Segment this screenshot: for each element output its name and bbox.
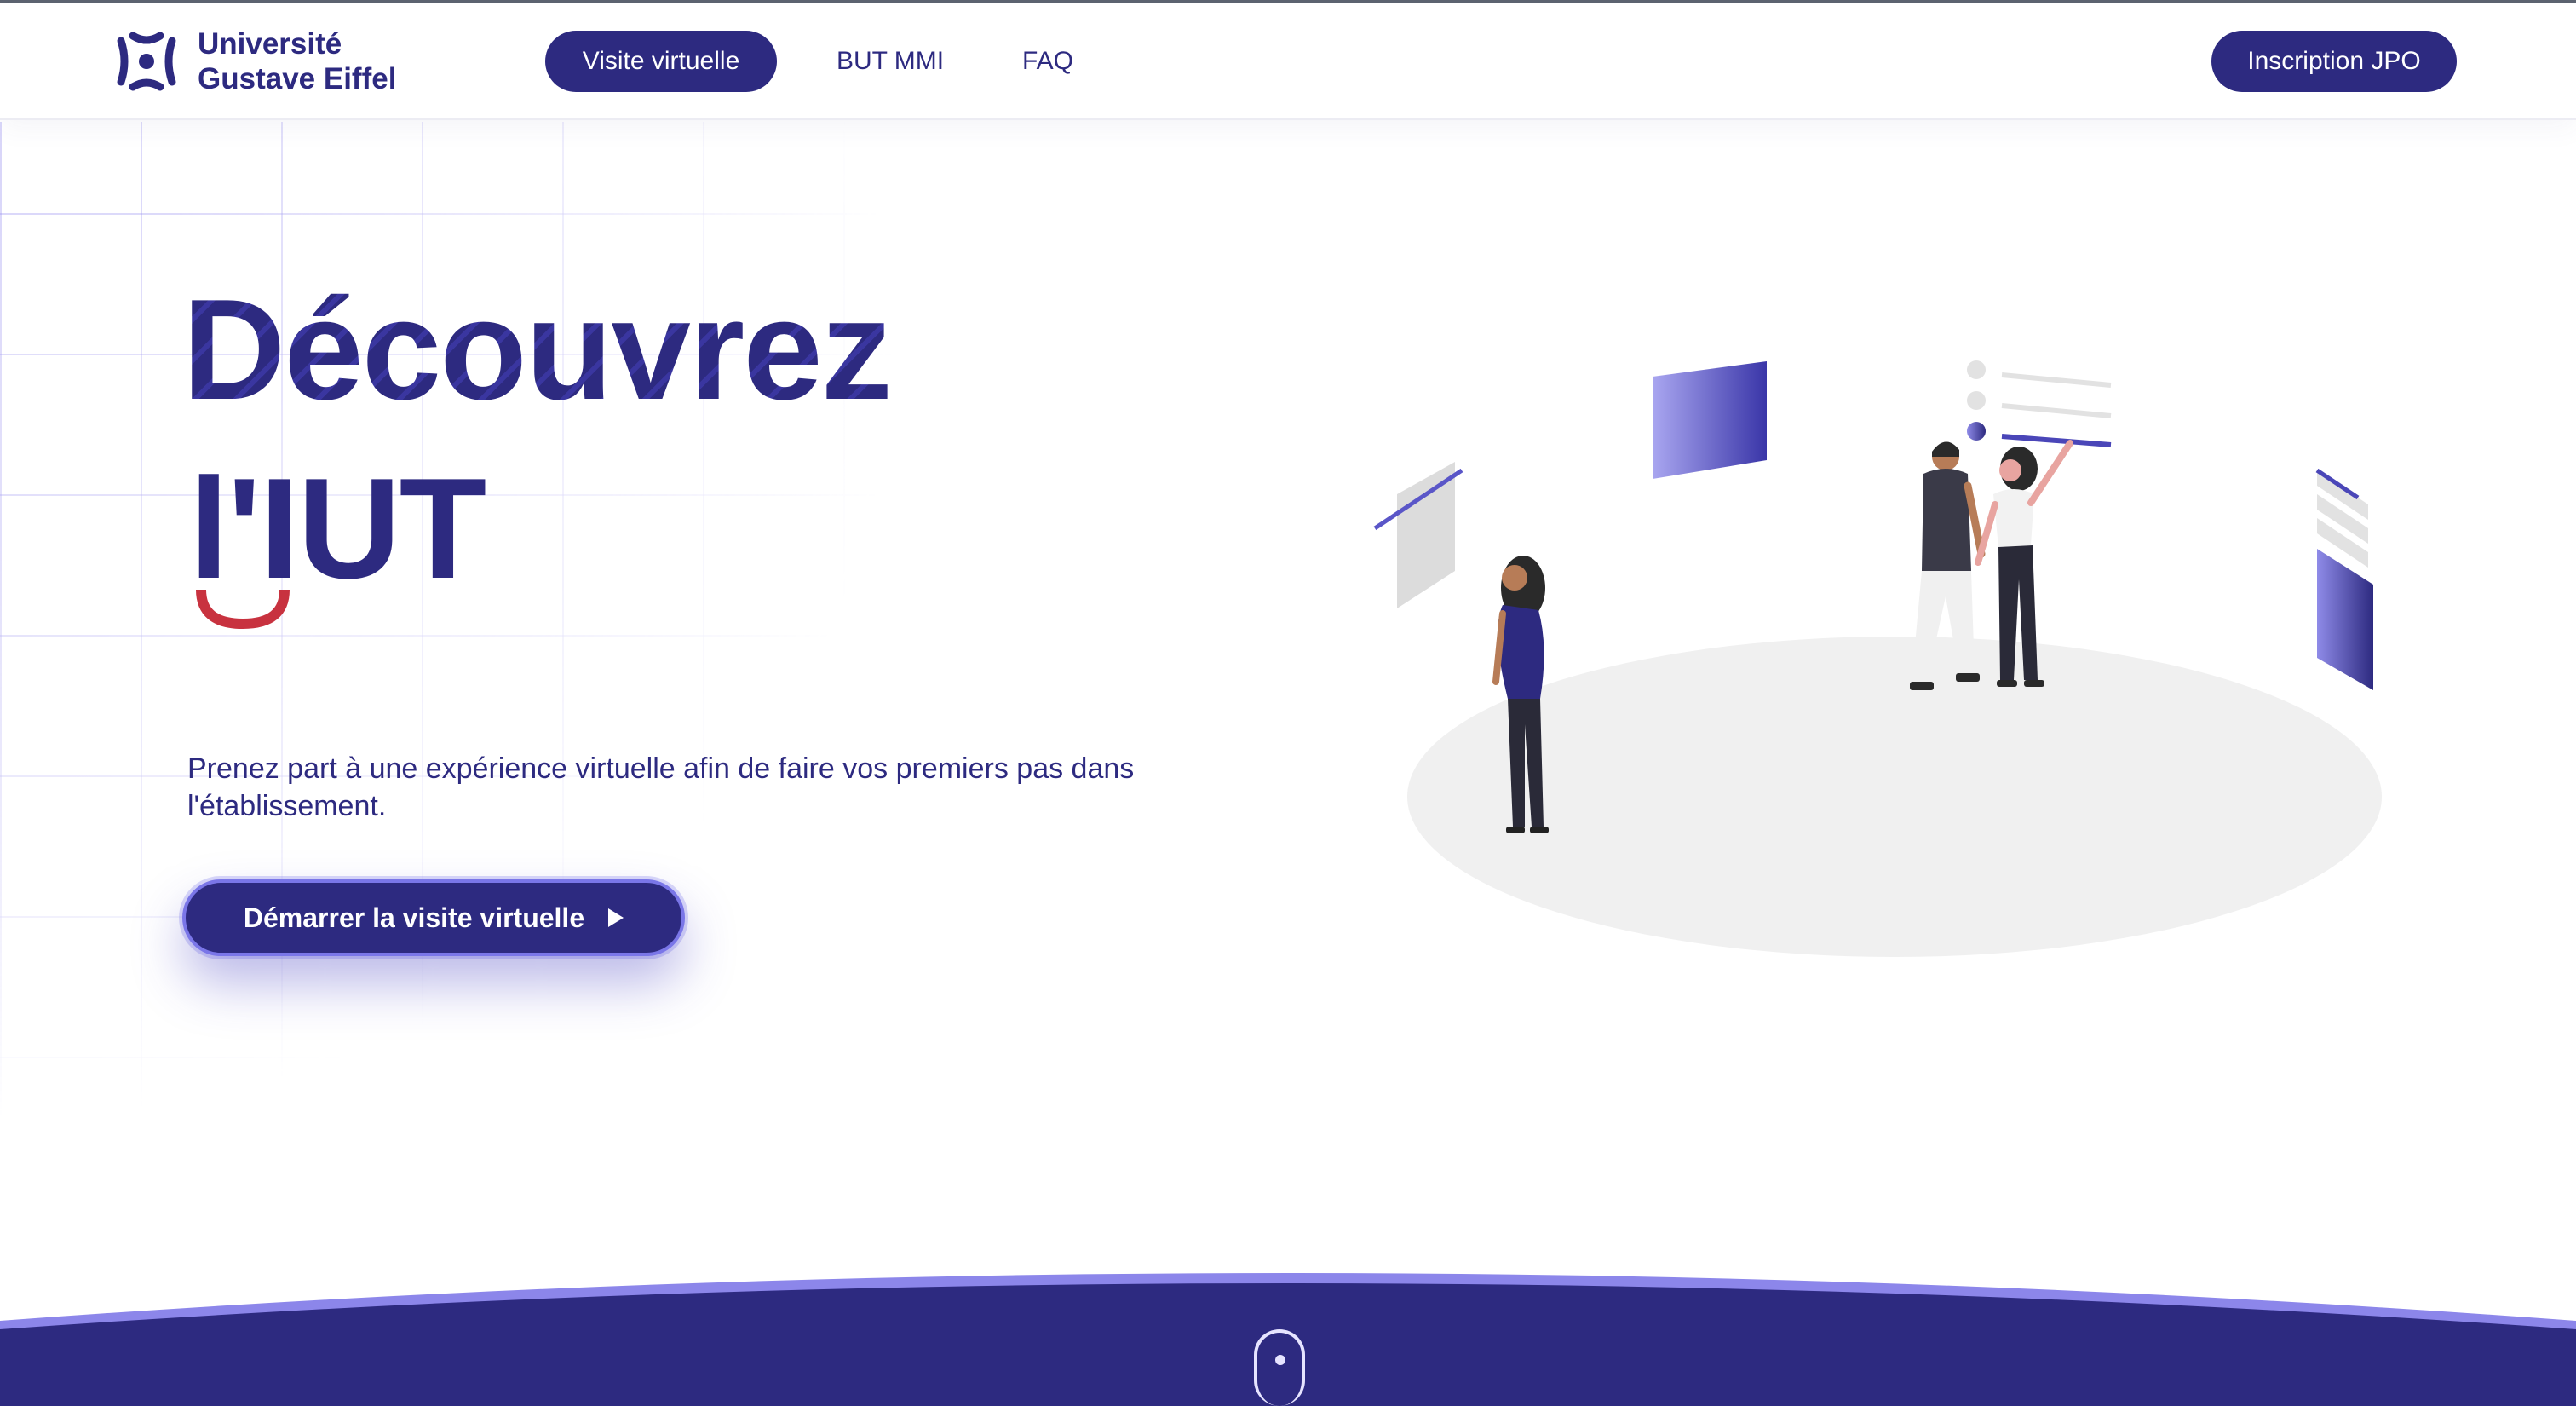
start-virtual-tour-button[interactable]: Démarrer la visite virtuelle [182, 879, 685, 956]
site-header: Université Gustave Eiffel Visite virtuel… [0, 3, 2576, 120]
university-logo-icon [117, 32, 176, 91]
virtual-tour-illustration [1373, 360, 2382, 957]
start-virtual-tour-label: Démarrer la visite virtuelle [243, 902, 585, 933]
hero-title-line-1: Découvrez [182, 269, 893, 429]
logo-line-2: Gustave Eiffel [198, 62, 397, 95]
smile-decoration-icon [196, 589, 290, 629]
nav-faq[interactable]: FAQ [1022, 31, 1073, 92]
scroll-mouse-icon[interactable] [1254, 1329, 1305, 1406]
nav-visite-virtuelle[interactable]: Visite virtuelle [545, 31, 777, 92]
university-logo[interactable]: Université Gustave Eiffel [114, 23, 396, 100]
nav-but-mmi[interactable]: BUT MMI [837, 31, 944, 92]
logo-text: Université Gustave Eiffel [198, 26, 396, 96]
left-wall-panel [1397, 462, 1455, 608]
hero-subtitle: Prenez part à une expérience virtuelle a… [187, 752, 1135, 822]
floor-ellipse [1407, 637, 2382, 957]
center-floating-panel [1653, 361, 1767, 479]
hero-title-line-2: l'IUT [189, 448, 486, 608]
scroll-wheel-dot [1275, 1355, 1285, 1365]
play-icon [608, 908, 624, 927]
inscription-jpo-button[interactable]: Inscription JPO [2211, 31, 2457, 92]
logo-line-1: Université [198, 27, 342, 61]
right-wall-panel-bottom [2317, 549, 2373, 690]
